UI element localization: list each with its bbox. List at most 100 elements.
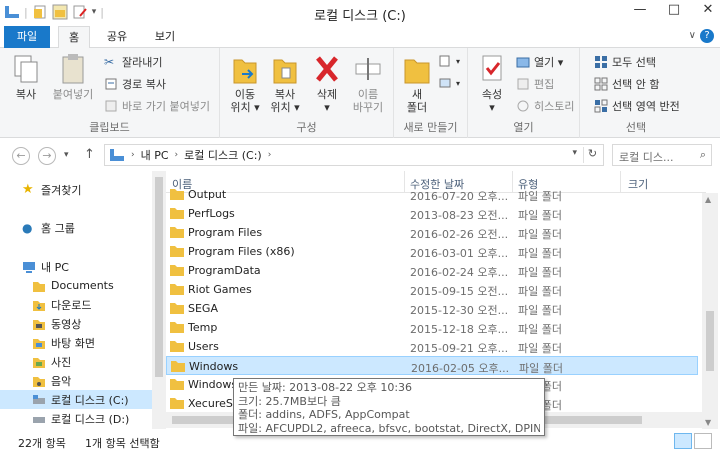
- back-button[interactable]: ←: [12, 147, 30, 165]
- up-button[interactable]: ↑: [84, 147, 95, 162]
- nav-scroll-thumb[interactable]: [155, 177, 163, 377]
- breadcrumb-separator: ›: [267, 150, 272, 160]
- new-item-button[interactable]: ▾: [438, 54, 460, 68]
- nav-item-pictures[interactable]: 사진: [32, 352, 71, 371]
- video-icon: [33, 319, 45, 330]
- search-box[interactable]: 로컬 디스... ⌕: [612, 144, 712, 166]
- nav-item-desktop[interactable]: 바탕 화면: [32, 333, 95, 352]
- history-button[interactable]: 히스토리: [516, 98, 574, 114]
- select-none-icon: [594, 77, 608, 91]
- paste-icon: [62, 54, 84, 84]
- file-row[interactable]: ProgramData 2016-02-24 오후... 파일 폴더: [166, 261, 698, 280]
- nav-scrollbar[interactable]: [152, 171, 166, 429]
- file-list-scrollbar[interactable]: ▲ ▼: [702, 193, 718, 429]
- copy-to-button[interactable]: 복사 위치 ▾: [266, 52, 304, 114]
- select-none-button[interactable]: 선택 안 함: [594, 76, 659, 92]
- easy-access-dropdown-icon: ▾: [456, 78, 461, 88]
- select-all-icon: [595, 56, 607, 68]
- paste-shortcut-label: 바로 가기 붙여넣기: [122, 100, 210, 113]
- breadcrumb-my-pc[interactable]: 내 PC: [141, 147, 169, 163]
- easy-access-button[interactable]: ▾: [438, 76, 460, 90]
- forward-button[interactable]: →: [38, 147, 56, 165]
- nav-item-my-pc[interactable]: 내 PC: [22, 257, 69, 276]
- address-dropdown-icon[interactable]: ▾: [572, 148, 577, 158]
- item-count: 22개 항목: [18, 437, 66, 450]
- rename-button[interactable]: 이름 바꾸기: [348, 52, 388, 114]
- drive-icon: [33, 416, 45, 423]
- details-view-icon[interactable]: [674, 433, 692, 449]
- address-bar[interactable]: › 내 PC › 로컬 디스크 (C:) › ▾ ↻: [104, 144, 604, 166]
- open-button[interactable]: 열기 ▾: [516, 54, 563, 70]
- rename-icon: [355, 58, 381, 80]
- invert-selection-icon: [594, 99, 608, 113]
- cut-button[interactable]: ✂ 잘라내기: [104, 54, 162, 70]
- minimize-button[interactable]: —: [632, 2, 648, 17]
- scissors-icon: ✂: [104, 55, 115, 69]
- paste-button[interactable]: 붙여넣기: [48, 52, 98, 101]
- nav-item-music[interactable]: 음악: [32, 371, 71, 390]
- move-to-label-2: 위치 ▾: [230, 101, 260, 114]
- file-type: 파일 폴더: [518, 285, 562, 298]
- nav-item-downloads[interactable]: 다운로드: [32, 295, 91, 314]
- nav-item-local-disk-d[interactable]: 로컬 디스크 (D:): [32, 409, 129, 428]
- file-row[interactable]: Temp 2015-12-18 오후... 파일 폴더: [166, 318, 698, 337]
- easy-access-icon: [439, 78, 451, 88]
- folder-icon: [170, 189, 184, 200]
- nav-item-documents[interactable]: Documents: [32, 276, 114, 295]
- file-row[interactable]: PerfLogs 2013-08-23 오전... 파일 폴더: [166, 204, 698, 223]
- file-row[interactable]: Program Files 2016-02-26 오전... 파일 폴더: [166, 223, 698, 242]
- nav-item-label: 사진: [51, 355, 72, 369]
- folder-icon: [170, 322, 184, 333]
- refresh-button[interactable]: ↻: [583, 147, 601, 163]
- tab-file[interactable]: 파일: [4, 26, 50, 48]
- tab-home[interactable]: 홈: [58, 26, 90, 49]
- nav-item-homegroup[interactable]: ● 홈 그룹: [22, 218, 75, 237]
- window-title: 로컬 디스크 (C:): [314, 9, 406, 24]
- file-row[interactable]: Windows 2016-02-05 오후... 파일 폴더: [166, 356, 698, 375]
- nav-item-local-disk-c[interactable]: 로컬 디스크 (C:): [0, 390, 152, 409]
- nav-item-label: 음악: [51, 374, 72, 388]
- scroll-down-icon[interactable]: ▼: [705, 418, 711, 427]
- large-icons-view-icon[interactable]: [694, 433, 712, 449]
- file-row[interactable]: Riot Games 2015-09-15 오전... 파일 폴더: [166, 280, 698, 299]
- file-scroll-thumb[interactable]: [706, 311, 714, 371]
- file-row[interactable]: Users 2015-09-21 오후... 파일 폴더: [166, 337, 698, 356]
- tooltip-files: 파일: AFCUPDL2, afreeca, bfsvc, bootstat, …: [238, 421, 540, 435]
- close-button[interactable]: ✕: [700, 2, 716, 17]
- nav-item-favorites[interactable]: ★ 즐겨찾기: [22, 180, 81, 199]
- maximize-button[interactable]: □: [666, 2, 682, 17]
- ribbon: 복사 붙여넣기 ✂ 잘라내기 경로 복사 바로 가기 붙여넣기 클립보드 이동 …: [0, 48, 720, 138]
- copy-path-button[interactable]: 경로 복사: [104, 76, 166, 92]
- move-to-button[interactable]: 이동 위치 ▾: [226, 52, 264, 114]
- file-date: 2016-07-20 오후...: [410, 190, 509, 203]
- properties-button[interactable]: 속성 ▾: [474, 52, 510, 114]
- folder-icon: [171, 361, 185, 372]
- history-icon: [517, 100, 529, 112]
- navigation-pane: ★ 즐겨찾기 ● 홈 그룹 내 PC Documents 다운로드 동영상 바탕…: [0, 171, 152, 429]
- selected-count: 1개 항목 선택함: [85, 437, 160, 450]
- new-folder-button[interactable]: 새 폴더: [400, 52, 434, 114]
- file-name: ProgramData: [188, 264, 261, 277]
- recent-locations-button[interactable]: ▾: [64, 150, 69, 160]
- invert-selection-button[interactable]: 선택 영역 반전: [594, 98, 680, 114]
- file-row[interactable]: SEGA 2015-12-30 오전... 파일 폴더: [166, 299, 698, 318]
- open-icon: [516, 57, 530, 68]
- organize-group-label: 구성: [296, 121, 317, 134]
- copy-path-label: 경로 복사: [122, 78, 166, 91]
- file-row[interactable]: Output 2016-07-20 오후... 파일 폴더: [166, 185, 698, 204]
- breadcrumb-local-disk[interactable]: 로컬 디스크 (C:): [184, 147, 262, 163]
- select-all-button[interactable]: 모두 선택: [594, 54, 656, 70]
- scroll-up-icon[interactable]: ▲: [705, 195, 711, 204]
- copy-button[interactable]: 복사: [8, 52, 44, 101]
- nav-item-label: 다운로드: [51, 298, 92, 312]
- paste-shortcut-button[interactable]: 바로 가기 붙여넣기: [104, 98, 210, 114]
- help-icon[interactable]: ?: [700, 29, 714, 43]
- file-row[interactable]: Program Files (x86) 2016-03-01 오후... 파일 폴더: [166, 242, 698, 261]
- collapse-ribbon-icon[interactable]: ∨: [689, 30, 696, 41]
- nav-item-videos[interactable]: 동영상: [32, 314, 81, 333]
- edit-button[interactable]: 편집: [516, 76, 554, 92]
- nav-item-label: 바탕 화면: [51, 336, 95, 350]
- tab-share[interactable]: 공유: [98, 26, 136, 48]
- tab-view[interactable]: 보기: [148, 26, 182, 48]
- delete-button[interactable]: 삭제 ▾: [308, 52, 346, 114]
